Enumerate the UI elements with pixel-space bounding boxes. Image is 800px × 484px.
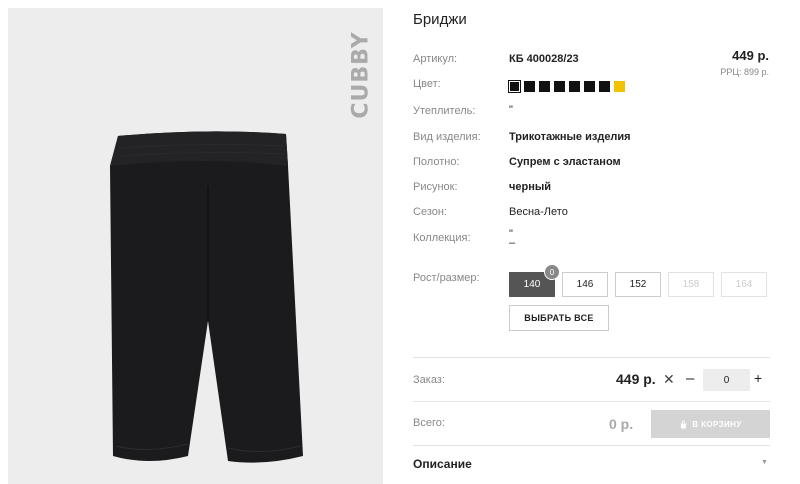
color-swatch[interactable] [508,80,521,93]
attr-label-insulation: Утеплитель: [413,105,476,117]
divider [413,357,770,358]
divider [413,401,770,402]
size-option-label: 140 [523,279,541,290]
color-swatch[interactable] [524,81,535,92]
size-option-label: 152 [629,279,647,290]
attr-value-season: Весна-Лето [509,206,568,218]
attr-label-fabric: Полотно: [413,156,460,168]
add-to-cart-label: В КОРЗИНУ [692,419,742,429]
product-rrp: РРЦ: 899 р. [720,67,769,77]
attr-label-article: Артикул: [413,53,458,65]
quantity-input[interactable] [703,369,750,391]
size-option: 158 [668,272,714,297]
description-toggle[interactable]: Описание [413,457,472,471]
attr-value-pattern: черный [509,181,552,193]
attr-value-type: Трикотажные изделия [509,131,631,143]
bag-icon [681,419,687,429]
color-swatch[interactable] [614,81,625,92]
select-all-button[interactable]: ВЫБРАТЬ ВСЕ [509,305,609,331]
attr-label-pattern: Рисунок: [413,181,458,193]
decrease-quantity-button[interactable]: – [686,370,694,387]
attr-label-type: Вид изделия: [413,131,481,143]
shorts-image [110,131,303,463]
attr-label-color: Цвет: [413,78,441,90]
size-option-label: 158 [682,279,700,290]
attr-value-insulation: " [509,104,513,116]
attr-label-season: Сезон: [413,206,447,218]
attr-label-collection: Коллекция: [413,232,471,244]
size-option[interactable]: 140 0 [509,264,560,297]
attr-value-collection: " – [509,228,516,249]
product-image[interactable]: CUBBY [8,8,383,484]
color-swatches [508,80,625,93]
size-option-label: 164 [735,279,753,290]
size-label: Рост/размер: [413,272,480,284]
size-option[interactable]: 146 [562,272,608,297]
size-option[interactable]: 152 [615,272,661,297]
multiply-icon: ✕ [663,371,675,387]
color-swatch[interactable] [554,81,565,92]
total-value: 0 р. [609,416,634,432]
size-count-badge: 0 [544,264,560,280]
size-option: 164 [721,272,767,297]
attr-value-fabric: Супрем с эластаном [509,156,621,168]
order-price: 449 р. [616,371,656,387]
color-swatch[interactable] [539,81,550,92]
color-swatch[interactable] [569,81,580,92]
total-label: Всего: [413,417,445,429]
color-swatch[interactable] [599,81,610,92]
attr-value-article: КБ 400028/23 [509,53,579,65]
order-label: Заказ: [413,374,445,386]
color-swatch[interactable] [584,81,595,92]
add-to-cart-button[interactable]: В КОРЗИНУ [651,410,770,438]
product-price: 449 р. [732,48,769,63]
product-title: Бриджи [413,11,467,28]
divider [413,445,770,446]
size-selector: 140 0 146 152 158 164 [509,264,767,297]
size-option-label: 146 [576,279,594,290]
chevron-down-icon[interactable]: ▼ [761,459,768,466]
brand-watermark: CUBBY [348,31,374,119]
increase-quantity-button[interactable]: + [754,370,762,386]
